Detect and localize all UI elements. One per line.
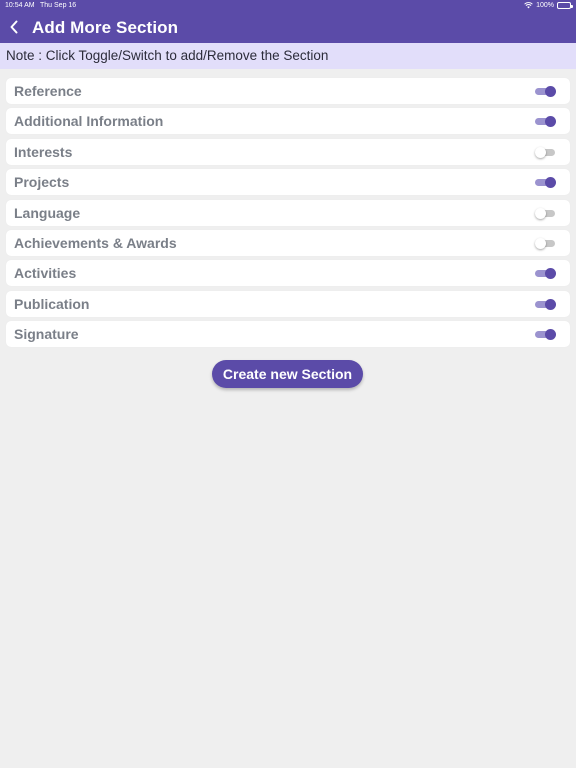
section-label: Achievements & Awards	[14, 234, 177, 251]
section-label: Reference	[14, 83, 82, 99]
section-toggle[interactable]	[535, 115, 556, 128]
section-row-reference: Reference	[6, 78, 570, 104]
section-row-additional-information: Additional Information	[6, 108, 570, 135]
section-label: Activities	[14, 265, 77, 282]
section-label: Additional Information	[14, 113, 164, 130]
section-row-interests: Interests	[6, 138, 570, 165]
status-indicators: 100%	[524, 1, 573, 9]
section-toggle[interactable]	[535, 267, 556, 280]
toggle-knob	[535, 207, 546, 219]
note-banner: Note : Click Toggle/Switch to add/Remove…	[0, 43, 576, 69]
toggle-knob	[545, 329, 556, 341]
section-toggle[interactable]	[535, 207, 556, 219]
section-toggle[interactable]	[535, 298, 556, 310]
battery-percentage: 100%	[536, 1, 554, 9]
section-row-activities: Activities	[6, 260, 570, 287]
status-time: 10:54 AM	[5, 2, 35, 9]
section-toggle[interactable]	[535, 85, 556, 97]
section-label: Signature	[14, 326, 79, 343]
section-label: Projects	[14, 174, 70, 191]
status-date: Thu Sep 16	[40, 2, 77, 9]
section-toggle[interactable]	[535, 237, 556, 249]
app-header: Add More Section	[0, 12, 576, 43]
section-label: Language	[14, 204, 81, 221]
section-toggle[interactable]	[535, 146, 556, 158]
section-row-achievements-awards: Achievements & Awards	[6, 229, 570, 256]
status-bar: 10:54 AM Thu Sep 16 100%	[0, 0, 576, 12]
chevron-left-icon	[10, 20, 18, 34]
section-row-projects: Projects	[6, 169, 570, 196]
section-list: Reference Additional Information Interes…	[6, 78, 570, 352]
back-button[interactable]	[4, 16, 24, 38]
section-row-signature: Signature	[6, 321, 570, 348]
wifi-icon	[524, 2, 533, 9]
section-toggle[interactable]	[535, 328, 556, 341]
toggle-knob	[545, 86, 556, 97]
create-new-section-button[interactable]: Create new Section	[212, 360, 363, 388]
section-label: Publication	[14, 295, 90, 312]
page-title: Add More Section	[32, 18, 179, 37]
section-toggle[interactable]	[535, 176, 556, 189]
toggle-knob	[545, 116, 556, 128]
battery-icon	[557, 1, 573, 9]
toggle-knob	[545, 268, 556, 280]
section-label: Interests	[14, 143, 73, 160]
toggle-knob	[545, 298, 556, 310]
section-row-language: Language	[6, 199, 570, 226]
toggle-knob	[535, 237, 546, 249]
section-row-publication: Publication	[6, 290, 570, 317]
note-text: Note : Click Toggle/Switch to add/Remove…	[6, 48, 329, 63]
toggle-knob	[535, 146, 546, 158]
toggle-knob	[545, 177, 556, 189]
